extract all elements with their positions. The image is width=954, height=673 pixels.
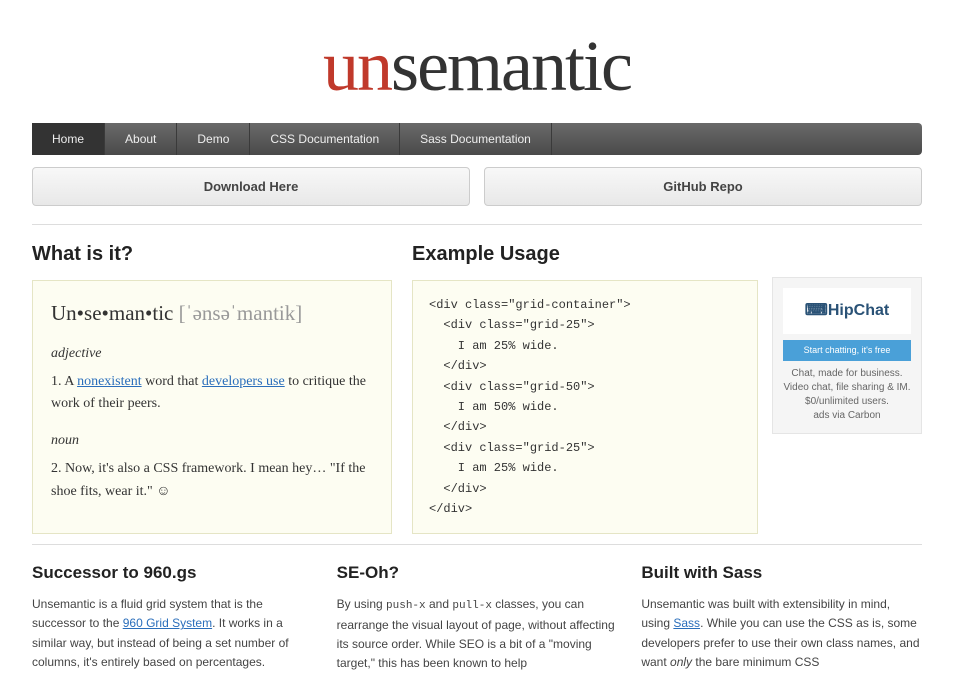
github-button[interactable]: GitHub Repo xyxy=(484,167,922,206)
sass-heading: Built with Sass xyxy=(641,563,922,583)
logo-rest: semantic xyxy=(391,26,631,106)
code-example: <div class="grid-container"> <div class=… xyxy=(412,280,758,534)
nav-css-doc[interactable]: CSS Documentation xyxy=(250,123,400,155)
main-nav: Home About Demo CSS Documentation Sass D… xyxy=(32,123,922,155)
nav-demo[interactable]: Demo xyxy=(177,123,250,155)
link-sass[interactable]: Sass xyxy=(673,616,700,630)
def-entry-1: 1. A nonexistent word that developers us… xyxy=(51,371,373,416)
nav-home[interactable]: Home xyxy=(32,123,105,155)
def-pron: [ˈənsəˈmantik] xyxy=(179,301,303,325)
code-pushx: push-x xyxy=(386,600,426,612)
ad-box[interactable]: ⌨HipChat Start chatting, it's free Chat,… xyxy=(772,277,922,434)
hipchat-logo: ⌨HipChat xyxy=(805,302,889,319)
col-sass: Built with Sass Unsemantic was built wit… xyxy=(641,563,922,673)
em-only: only xyxy=(670,655,692,669)
whatisit-heading: What is it? xyxy=(32,243,392,266)
successor-heading: Successor to 960.gs xyxy=(32,563,313,583)
def-pos-noun: noun xyxy=(51,430,373,452)
link-nonexistent[interactable]: nonexistent xyxy=(77,374,142,389)
nav-sass-doc[interactable]: Sass Documentation xyxy=(400,123,552,155)
ad-body: Chat, made for business. Video chat, fil… xyxy=(783,367,911,409)
logo: unsemantic xyxy=(32,0,922,123)
nav-about[interactable]: About xyxy=(105,123,177,155)
link-developers[interactable]: developers use xyxy=(202,374,285,389)
download-button[interactable]: Download Here xyxy=(32,167,470,206)
link-960[interactable]: 960 Grid System xyxy=(123,616,212,630)
logo-un: un xyxy=(323,26,391,106)
code-pullx: pull-x xyxy=(452,600,492,612)
ad-logo: ⌨HipChat xyxy=(783,288,911,334)
col-successor: Successor to 960.gs Unsemantic is a flui… xyxy=(32,563,313,673)
definition-box: Un•se•man•tic [ˈənsəˈmantik] adjective 1… xyxy=(32,280,392,534)
def-pos-adj: adjective xyxy=(51,343,373,365)
seoh-heading: SE-Oh? xyxy=(337,563,618,583)
def-word: Un•se•man•tic xyxy=(51,301,173,325)
ad-via: ads via Carbon xyxy=(783,409,911,423)
col-seoh: SE-Oh? By using push-x and pull-x classe… xyxy=(337,563,618,673)
divider xyxy=(32,224,922,225)
divider xyxy=(32,544,922,545)
def-entry-2: 2. Now, it's also a CSS framework. I mea… xyxy=(51,458,373,503)
example-heading: Example Usage xyxy=(412,243,758,266)
ad-cta[interactable]: Start chatting, it's free xyxy=(783,340,911,361)
